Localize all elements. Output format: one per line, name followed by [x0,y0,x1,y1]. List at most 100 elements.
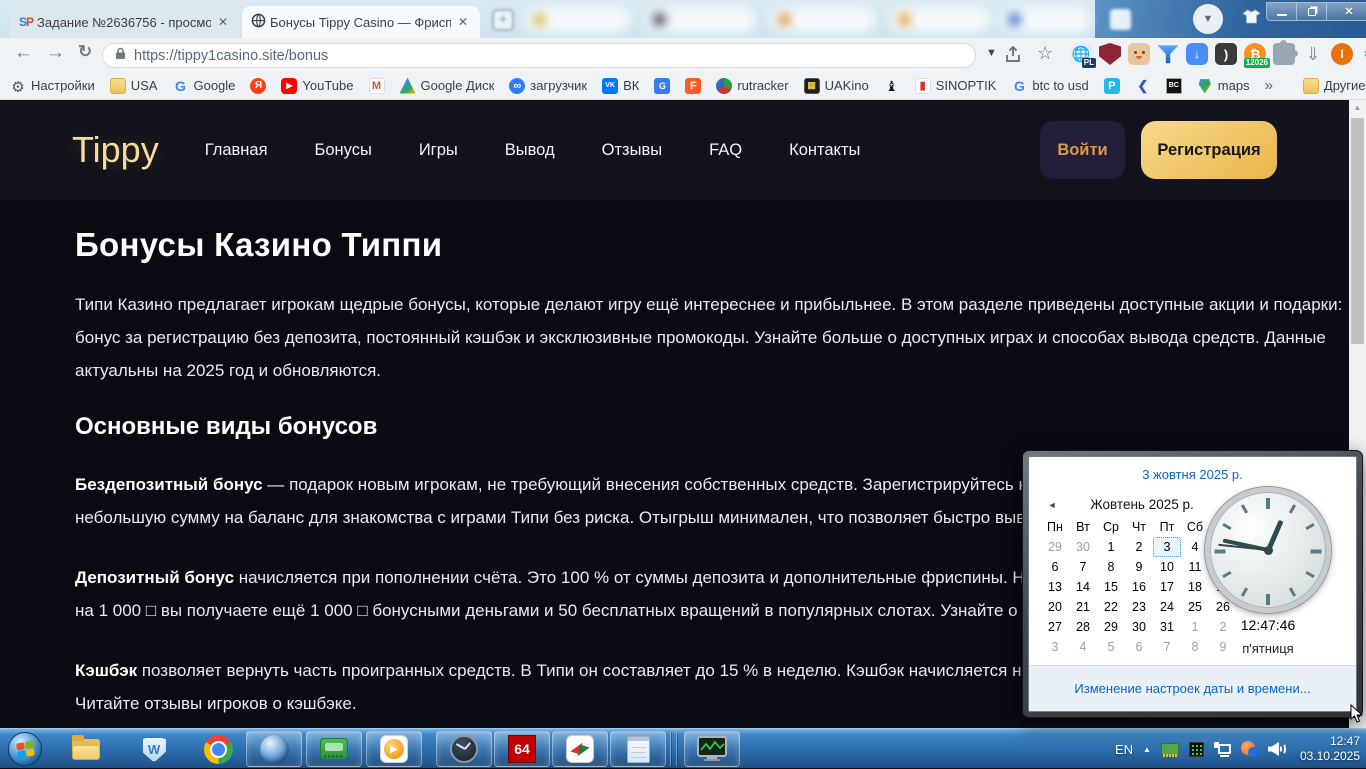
downloader-extension-icon[interactable]: ↓ [1186,43,1208,65]
bookmark-star-icon[interactable]: ☆ [1037,43,1053,64]
bookmark-google[interactable]: G Google [172,78,235,94]
taskbar-button-media-player[interactable]: ▶ [366,731,422,767]
calendar-day[interactable]: 1 [1097,537,1125,557]
current-date-link[interactable]: 3 жовтня 2025 р. [1029,467,1356,482]
calendar-day[interactable]: 7 [1153,637,1181,657]
scrollbar-thumb[interactable] [1351,118,1364,344]
calendar-day[interactable]: 13 [1041,577,1069,597]
calendar-day[interactable]: 2 [1125,537,1153,557]
calendar-day[interactable]: 20 [1041,597,1069,617]
nav-item-отзывы[interactable]: Отзывы [602,141,662,160]
app-tray-icon[interactable] [1240,741,1258,757]
tray-clock[interactable]: 12:47 03.10.2025 [1300,734,1360,764]
calendar-day[interactable]: 28 [1069,617,1097,637]
calendar-day[interactable]: 9 [1125,557,1153,577]
calendar-day[interactable]: 24 [1153,597,1181,617]
bookmark-btc-to-usd[interactable]: Gbtc to usd [1011,78,1089,94]
address-bar[interactable]: https://tippy1casino.site/bonus [102,43,976,68]
start-button[interactable] [8,732,42,766]
settings-gear-extension-icon[interactable]: ⚙ [1360,43,1366,65]
taskbar-button-internet-globe[interactable] [246,731,302,767]
calendar-day[interactable]: 30 [1125,617,1153,637]
tab-close-icon[interactable]: ✕ [455,15,471,29]
bookmark-gmail[interactable]: M [368,77,385,94]
bookmark-youtube[interactable]: ▶ YouTube [281,77,354,94]
calendar-day[interactable]: 18 [1181,577,1209,597]
bookmark-chev[interactable]: ❮ [1135,78,1151,94]
calendar-day[interactable]: 17 [1153,577,1181,597]
minimize-button[interactable] [1267,3,1297,20]
other-bookmarks[interactable]: Другие закладки [1302,77,1366,94]
calendar-day[interactable]: 4 [1069,637,1097,657]
bookmark-загрузчик[interactable]: ∞ загрузчик [509,77,587,94]
taskbar-button-clock-app[interactable] [436,731,492,767]
calendar-day[interactable]: 3 [1041,637,1069,657]
ram-tray-icon[interactable] [1160,743,1179,757]
bookmark-f[interactable]: F [685,77,702,94]
scrollbar-up-arrow[interactable]: ▲ [1349,100,1366,115]
bookmark-sinoptik[interactable]: ▮ SINOPTIK [914,77,996,94]
taskbar-button-memory-optimizer[interactable] [306,731,362,767]
bookmark-yandex[interactable]: Я [250,77,267,94]
share-icon[interactable] [1004,45,1022,68]
calendar-day[interactable]: 11 [1181,557,1209,577]
calendar-day-selected[interactable]: 3 [1153,537,1181,557]
calendar-day[interactable]: 22 [1097,597,1125,617]
calendar-day[interactable]: 30 [1069,537,1097,557]
calendar-day[interactable]: 5 [1097,637,1125,657]
nav-item-бонусы[interactable]: Бонусы [315,141,372,160]
network-tray-icon[interactable] [1213,741,1231,757]
taskbar-button-speed-test[interactable] [552,731,608,767]
bookmark-google-диск[interactable]: Google Диск [399,77,494,94]
bookmark-uakino[interactable]: ▦ UAKino [803,77,869,94]
browser-tab-casino[interactable]: Бонусы Tippy Casino — Фриспины ✕ [242,6,480,38]
bookmarks-overflow-icon[interactable]: » [1265,77,1273,94]
forward-button[interactable]: → [46,42,65,64]
profile-avatar-icon[interactable]: I [1331,43,1353,65]
calendar-day[interactable]: 16 [1125,577,1153,597]
close-button[interactable]: ✕ [1327,3,1366,20]
calendar-day[interactable]: 7 [1069,557,1097,577]
bookmark-вк[interactable]: VK ВК [602,77,639,94]
calendar-day[interactable]: 29 [1041,537,1069,557]
nav-item-faq[interactable]: FAQ [709,141,742,160]
tray-expand-icon[interactable]: ▲ [1143,745,1151,754]
taskbar-button-resource-monitor[interactable] [684,731,740,767]
bookmark-rutracker[interactable]: rutracker [716,77,789,94]
bookmark-usa[interactable]: USA [109,77,157,94]
restore-button[interactable] [1297,3,1327,20]
nav-item-главная[interactable]: Главная [205,141,268,160]
calendar-day[interactable]: 15 [1097,577,1125,597]
taskbar-button-aida64[interactable]: 64 [494,731,550,767]
taskbar-icon-wise-care[interactable]: W [138,733,170,765]
bookmark-bc[interactable]: BC [1165,77,1182,94]
tab-close-icon[interactable]: ✕ [215,15,231,29]
nav-item-вывод[interactable]: Вывод [505,141,555,160]
reload-button[interactable]: ↻ [78,42,92,62]
bookmark-chess[interactable]: ♝ [884,78,900,94]
baby-face-extension-icon[interactable] [1128,43,1150,65]
grid-tray-icon[interactable] [1188,741,1204,757]
calendar-day[interactable]: 29 [1097,617,1125,637]
taskbar-button-notepad[interactable] [610,731,666,767]
calendar-day[interactable]: 6 [1125,637,1153,657]
calendar-day[interactable]: 25 [1181,597,1209,617]
back-button[interactable]: ← [14,42,33,64]
calendar-day[interactable]: 10 [1153,557,1181,577]
dark-extension-icon[interactable]: ) [1215,43,1237,65]
calendar-day[interactable]: 6 [1041,557,1069,577]
change-datetime-link[interactable]: Изменение настроек даты и времени... [1074,681,1310,696]
calendar-day[interactable]: 8 [1097,557,1125,577]
bitcoin-price-extension-icon[interactable]: ₿ 12026 [1243,43,1270,68]
calendar-day[interactable]: 23 [1125,597,1153,617]
bookmark-translate[interactable]: G [654,77,671,94]
login-button[interactable]: Войти [1040,121,1125,179]
bookmark-maps[interactable]: maps [1197,78,1250,94]
filter-funnel-extension-icon[interactable] [1157,45,1179,64]
language-indicator[interactable]: EN [1115,742,1133,757]
new-tab-button[interactable]: + [492,9,514,31]
calendar-day[interactable]: 21 [1069,597,1097,617]
register-button[interactable]: Регистрация [1141,121,1277,179]
adblock-shield-extension-icon[interactable]: 1 [1099,43,1121,65]
nav-item-контакты[interactable]: Контакты [789,141,860,160]
